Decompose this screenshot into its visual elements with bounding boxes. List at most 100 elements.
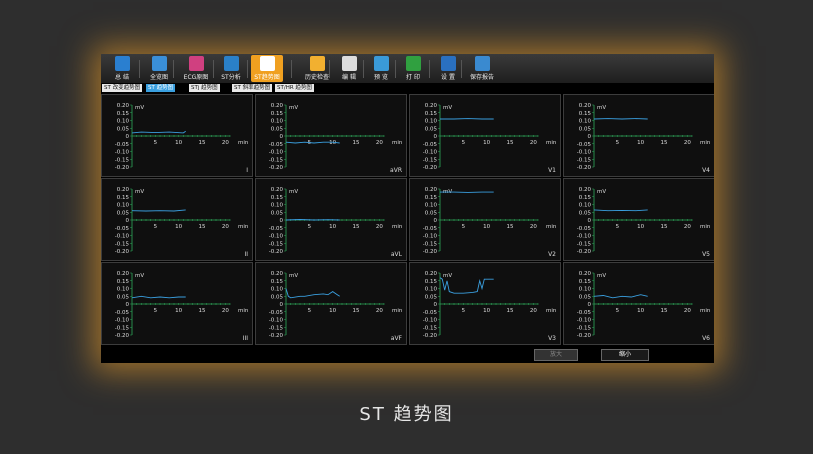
- toolbar-button-overview[interactable]: 全览图: [145, 55, 173, 82]
- y-tick-label: -0.10: [269, 150, 284, 156]
- y-tick-label: -0.15: [577, 325, 592, 331]
- y-tick-label: 0.10: [271, 203, 284, 209]
- st-trend-line: [285, 288, 340, 299]
- tab-0[interactable]: ST 改变趋势图: [102, 84, 143, 92]
- st-trend-chart-aVF[interactable]: 0.20 0.15 0.10 0.05 0 -0.05 -0.10 -0.15 -0.20 5 10…: [255, 262, 407, 345]
- st-trend-chart-V6[interactable]: 0.20 0.15 0.10 0.05 0 -0.05 -0.10 -0.15 -0.20 5 10…: [563, 262, 714, 345]
- toolbar-button-st-trend[interactable]: ST趋势图: [251, 55, 283, 82]
- st-trend-chart-V3[interactable]: 0.20 0.15 0.10 0.05 0 -0.05 -0.10 -0.15 -0.20 5 10…: [409, 262, 561, 345]
- toolbar-button-save-report[interactable]: 保存报告: [467, 55, 497, 82]
- y-tick-label: 0.05: [425, 210, 438, 216]
- toolbar-button-settings[interactable]: 设 置: [436, 55, 460, 82]
- y-tick-label: 0: [434, 134, 438, 140]
- toolbar-label: ST趋势图: [254, 74, 280, 81]
- x-tick-label: 10: [637, 140, 644, 146]
- zoom-out-button[interactable]: 缩小: [601, 349, 649, 361]
- toolbar-button-edit[interactable]: 编 辑: [337, 55, 361, 82]
- chart-svg: 0.20 0.15 0.100.05 0 -0.05 -0.10-0.15 -0.20 5 10…: [115, 187, 249, 255]
- st-trend-chart-III[interactable]: 0.20 0.15 0.10 0.05 0 -0.05 -0.10 -0.15 -0.20 5 10…: [101, 262, 253, 345]
- y-tick-label: 0.15: [425, 279, 438, 285]
- x-tick-label: 5: [308, 308, 312, 314]
- x-tick-label: 10: [637, 224, 644, 230]
- x-tick-label: 5: [154, 224, 158, 230]
- chart-svg: 0.20 0.15 0.100.05 0 -0.05 -0.10-0.15 -0.20 5 10…: [577, 271, 711, 339]
- lead-label: V5: [702, 251, 710, 258]
- y-tick-label: -0.20: [115, 333, 130, 339]
- x-tick-label: 20: [376, 224, 383, 230]
- y-unit-label: mV: [289, 105, 298, 111]
- y-tick-label: -0.20: [577, 249, 592, 255]
- x-tick-label: 10: [175, 224, 182, 230]
- y-tick-label: -0.10: [423, 150, 438, 156]
- tab-4[interactable]: ST/HR 趋势图: [275, 84, 314, 92]
- x-tick-label: 20: [684, 140, 691, 146]
- x-tick-label: 10: [329, 224, 336, 230]
- x-tick-label: 5: [462, 308, 466, 314]
- toolbar-button-preview[interactable]: 预 览: [369, 55, 393, 82]
- zoom-in-button[interactable]: 放大: [534, 349, 578, 361]
- toolbar-separator: [213, 60, 214, 78]
- toolbar-label: 设 置: [441, 74, 455, 81]
- toolbar-button-ecg-raw[interactable]: ECG原图: [179, 55, 213, 82]
- st-trend-chart-V1[interactable]: 0.20 0.15 0.10 0.05 0 -0.05 -0.10 -0.15 -0.20 5 10…: [409, 94, 561, 177]
- y-tick-label: -0.15: [423, 157, 438, 163]
- st-trend-chart-II[interactable]: 0.20 0.15 0.10 0.05 0 -0.05 -0.10 -0.15 -0.20 5 10…: [101, 178, 253, 261]
- y-tick-label: 0.15: [117, 111, 130, 117]
- tab-1[interactable]: ST 趋势图: [146, 84, 176, 92]
- x-tick-label: 20: [376, 140, 383, 146]
- st-trend-chart-aVR[interactable]: 0.20 0.15 0.10 0.05 0 -0.05 -0.10 -0.15 -0.20 5 10…: [255, 94, 407, 177]
- x-unit-label: min: [392, 308, 403, 314]
- y-unit-label: mV: [597, 105, 606, 111]
- y-tick-label: 0.05: [425, 126, 438, 132]
- tab-3[interactable]: ST 斜率趋势图: [232, 84, 273, 92]
- st-trend-chart-V4[interactable]: 0.20 0.15 0.10 0.05 0 -0.05 -0.10 -0.15 -0.20 5 10…: [563, 94, 714, 177]
- y-tick-label: -0.05: [115, 226, 130, 232]
- chart-svg: 0.20 0.15 0.100.05 0 -0.05 -0.10-0.15 -0.20 5 10…: [577, 187, 711, 255]
- x-tick-label: 15: [199, 140, 206, 146]
- chart-svg: 0.20 0.15 0.100.05 0 -0.05 -0.10-0.15 -0.20 5 10…: [115, 271, 249, 339]
- st-trend-line: [593, 209, 648, 212]
- y-tick-label: 0.10: [579, 203, 592, 209]
- y-tick-label: 0.20: [117, 187, 130, 193]
- x-tick-label: 15: [661, 140, 668, 146]
- x-tick-label: 15: [353, 308, 360, 314]
- y-tick-label: 0.20: [425, 103, 438, 109]
- toolbar-label: 编 辑: [342, 74, 356, 81]
- x-tick-label: 20: [684, 224, 691, 230]
- y-tick-label: 0.10: [117, 287, 130, 293]
- x-unit-label: min: [700, 224, 711, 230]
- x-tick-label: 5: [154, 140, 158, 146]
- y-tick-label: 0.10: [425, 287, 438, 293]
- toolbar-separator: [291, 60, 292, 78]
- st-analysis-icon: [223, 56, 239, 71]
- lead-label: I: [246, 167, 248, 174]
- toolbar-button-summary[interactable]: 总 结: [108, 55, 136, 82]
- y-tick-label: -0.20: [423, 333, 438, 339]
- x-tick-label: 5: [616, 224, 620, 230]
- y-tick-label: 0.15: [271, 195, 284, 201]
- y-tick-label: 0.20: [425, 187, 438, 193]
- y-tick-label: -0.05: [423, 310, 438, 316]
- y-tick-label: 0.20: [117, 271, 130, 277]
- st-trend-chart-I[interactable]: 0.20 0.15 0.10 0.05 0 -0.05 -0.10 -0.15 -0.20 5 10…: [101, 94, 253, 177]
- chart-svg: 0.20 0.15 0.100.05 0 -0.05 -0.10-0.15 -0.20 5 10…: [423, 103, 557, 171]
- x-unit-label: min: [546, 140, 557, 146]
- st-trend-chart-aVL[interactable]: 0.20 0.15 0.10 0.05 0 -0.05 -0.10 -0.15 -0.20 5 10…: [255, 178, 407, 261]
- st-trend-chart-V5[interactable]: 0.20 0.15 0.10 0.05 0 -0.05 -0.10 -0.15 -0.20 5 10…: [563, 178, 714, 261]
- toolbar-button-print[interactable]: 打 印: [401, 55, 425, 82]
- x-tick-label: 10: [483, 140, 490, 146]
- toolbar-separator: [173, 60, 174, 78]
- tab-2[interactable]: STj 趋势图: [189, 84, 220, 92]
- x-tick-label: 5: [154, 308, 158, 314]
- st-trend-line: [131, 130, 186, 134]
- toolbar-button-st-analysis[interactable]: ST分析: [217, 55, 245, 82]
- x-unit-label: min: [238, 308, 249, 314]
- st-trend-chart-V2[interactable]: 0.20 0.15 0.10 0.05 0 -0.05 -0.10 -0.15 -0.20 5 10…: [409, 178, 561, 261]
- x-tick-label: 5: [462, 224, 466, 230]
- y-unit-label: mV: [597, 189, 606, 195]
- y-tick-label: -0.05: [577, 226, 592, 232]
- x-unit-label: min: [546, 308, 557, 314]
- chart-svg: 0.20 0.15 0.100.05 0 -0.05 -0.10-0.15 -0.20 5 10…: [423, 187, 557, 255]
- y-tick-label: -0.20: [577, 333, 592, 339]
- y-unit-label: mV: [597, 273, 606, 279]
